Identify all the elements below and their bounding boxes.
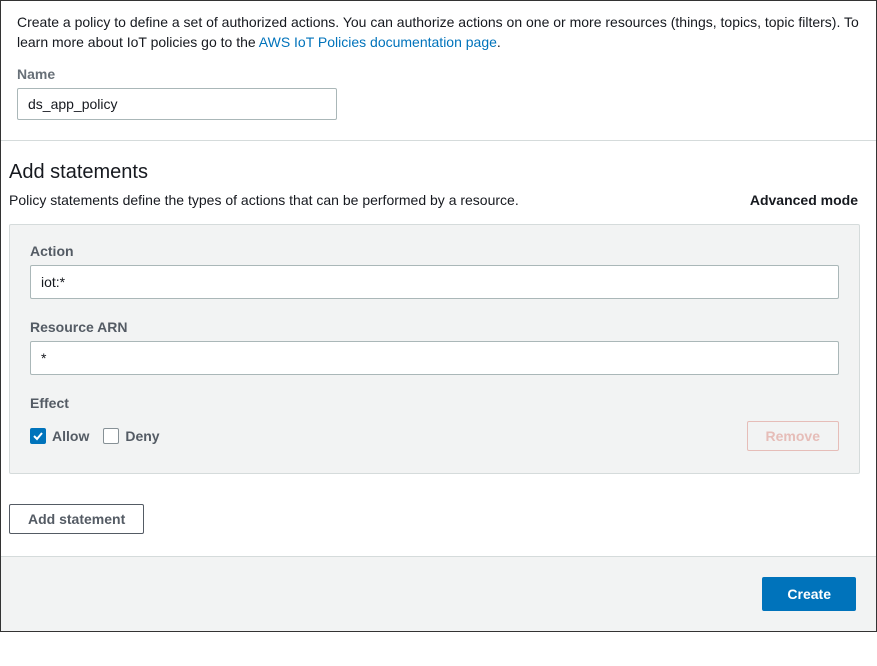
- effect-label: Effect: [30, 395, 839, 411]
- deny-label: Deny: [125, 428, 159, 444]
- advanced-mode-link[interactable]: Advanced mode: [750, 192, 860, 208]
- create-button[interactable]: Create: [762, 577, 856, 611]
- allow-label: Allow: [52, 428, 89, 444]
- docs-link[interactable]: AWS IoT Policies documentation page: [259, 34, 497, 50]
- checkbox-unchecked-icon: [103, 428, 119, 444]
- action-label: Action: [30, 243, 839, 259]
- intro-text: Create a policy to define a set of autho…: [17, 13, 860, 52]
- action-input[interactable]: [30, 265, 839, 299]
- add-statement-button[interactable]: Add statement: [9, 504, 144, 534]
- name-label: Name: [17, 66, 860, 82]
- statements-subtext: Policy statements define the types of ac…: [9, 192, 519, 208]
- deny-checkbox[interactable]: Deny: [103, 428, 159, 444]
- statement-box: Action Resource ARN Effect Allow: [9, 224, 860, 474]
- checkbox-checked-icon: [30, 428, 46, 444]
- footer-bar: Create: [1, 557, 876, 631]
- add-statements-heading: Add statements: [9, 161, 860, 184]
- resource-arn-input[interactable]: [30, 341, 839, 375]
- resource-arn-label: Resource ARN: [30, 319, 839, 335]
- policy-intro-section: Create a policy to define a set of autho…: [1, 1, 876, 141]
- policy-name-input[interactable]: [17, 88, 337, 120]
- allow-checkbox[interactable]: Allow: [30, 428, 89, 444]
- remove-statement-button[interactable]: Remove: [747, 421, 839, 451]
- intro-text-post: .: [497, 34, 501, 50]
- statements-section: Add statements Policy statements define …: [1, 141, 876, 557]
